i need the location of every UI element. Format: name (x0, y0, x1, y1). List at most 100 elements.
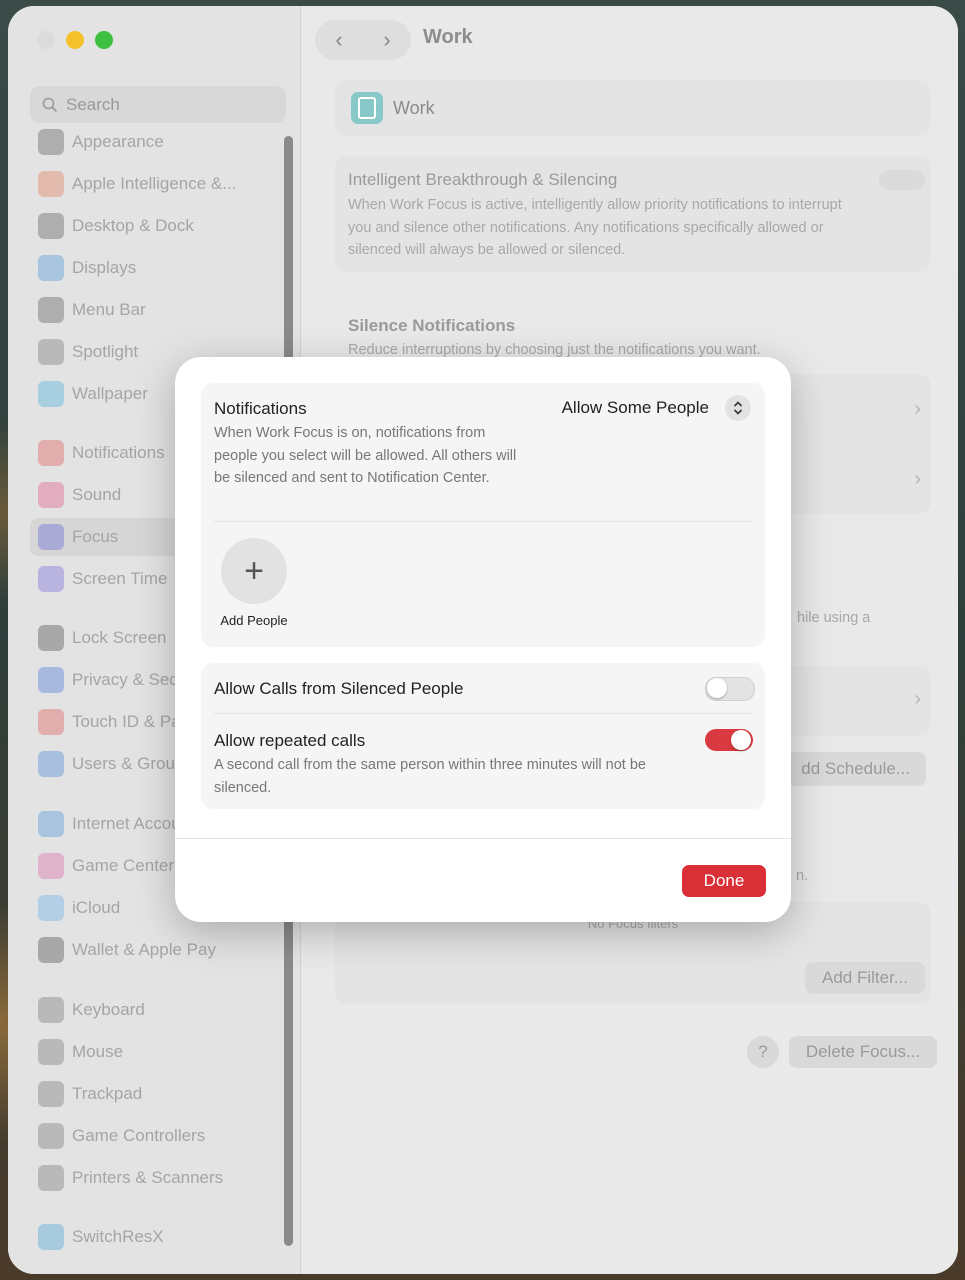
displays-icon (38, 255, 64, 281)
sidebar-item-label: Desktop & Dock (72, 216, 194, 235)
wallet-icon (38, 937, 64, 963)
trackpad-icon (38, 1081, 64, 1107)
sidebar-item[interactable]: Trackpad (30, 1075, 286, 1113)
sidebar-item-label: Appearance (72, 132, 164, 151)
silence-desc: Reduce interruptions by choosing just th… (348, 342, 761, 358)
sidebar-item-label: iCloud (72, 898, 121, 917)
partial-description: hile using a (797, 610, 871, 626)
sidebar-item-label: Screen Time (72, 569, 168, 588)
sidebar-item-label: Mouse (72, 1042, 124, 1061)
sidebar-item-label: Game Controllers (72, 1126, 206, 1145)
sidebar-item[interactable]: Printers & Scanners (30, 1159, 286, 1197)
sidebar-item[interactable]: Wallet & Apple Pay (30, 931, 286, 969)
sidebar-item-label: Sound (72, 485, 122, 504)
sidebar-item[interactable]: SwitchResX (30, 1218, 286, 1256)
footer-divider (175, 838, 791, 839)
sidebar-item-label: Apple Intelligence &... (72, 174, 237, 193)
notifications-popup[interactable]: Allow Some People (562, 395, 751, 421)
sidebar-item-label: Printers & Scanners (72, 1168, 224, 1187)
partial-filter-desc: n. (796, 868, 809, 884)
sidebar-item-label: Wallpaper (72, 384, 148, 403)
sidebar-item[interactable]: Displays (30, 249, 286, 287)
sidebar-item-label: Notifications (72, 443, 165, 462)
sound-icon (38, 482, 64, 508)
window-title: Work (423, 26, 473, 48)
game-center-icon (38, 853, 64, 879)
notifications-icon (38, 440, 64, 466)
game-controllers-icon (38, 1123, 64, 1149)
breakthrough-desc: When Work Focus is active, intelligently… (348, 197, 842, 258)
sidebar-item-label: Game Center (72, 856, 175, 875)
breakthrough-title: Intelligent Breakthrough & Silencing (348, 170, 618, 189)
help-button[interactable]: ? (747, 1036, 779, 1068)
focus-header-label: Work (393, 98, 435, 118)
appearance-icon (38, 129, 64, 155)
menu-bar-icon (38, 297, 64, 323)
breakthrough-card: Intelligent Breakthrough & Silencing Whe… (335, 156, 931, 272)
close-button[interactable] (37, 31, 55, 49)
breakthrough-toggle[interactable] (879, 170, 925, 190)
sidebar-item[interactable]: Menu Bar (30, 291, 286, 329)
notifications-sheet: Notifications Allow Some People When Wor… (175, 357, 791, 922)
chevron-right-icon[interactable]: › (914, 398, 921, 421)
privacy-icon (38, 667, 64, 693)
add-people-label: Add People (220, 613, 288, 628)
divider (214, 713, 752, 714)
add-filter-button[interactable]: Add Filter... (805, 962, 925, 994)
sidebar-item-label: SwitchResX (72, 1227, 164, 1246)
repeated-calls-label: Allow repeated calls (214, 731, 366, 750)
keyboard-icon (38, 997, 64, 1023)
wallpaper-icon (38, 381, 64, 407)
minimize-button[interactable] (66, 31, 84, 49)
notifications-card: Notifications Allow Some People When Wor… (201, 383, 765, 647)
sidebar-item-label: Menu Bar (72, 300, 146, 319)
search-field[interactable]: Search (30, 86, 286, 123)
divider (214, 521, 752, 522)
sidebar-item[interactable]: Keyboard (30, 991, 286, 1029)
focus-icon (38, 524, 64, 550)
spotlight-icon (38, 339, 64, 365)
sidebar-item-label: Focus (72, 527, 119, 546)
notifications-popup-value: Allow Some People (561, 398, 709, 417)
add-people-button[interactable]: + (221, 538, 287, 604)
icloud-icon (38, 895, 64, 921)
chevron-right-icon[interactable]: › (914, 468, 921, 491)
focus-header-card: Work (335, 80, 931, 136)
search-icon (42, 97, 58, 112)
sidebar-item[interactable]: Desktop & Dock (30, 207, 286, 245)
allow-calls-toggle[interactable] (705, 677, 755, 701)
printers-icon (38, 1165, 64, 1191)
sidebar-item[interactable]: Game Controllers (30, 1117, 286, 1155)
delete-focus-button[interactable]: Delete Focus... (789, 1036, 937, 1068)
search-placeholder: Search (66, 94, 120, 114)
add-schedule-button[interactable]: dd Schedule... (785, 752, 926, 786)
sidebar-item[interactable]: Apple Intelligence &... (30, 165, 286, 203)
back-chevron-icon[interactable]: ‹ (335, 27, 342, 53)
done-button[interactable]: Done (682, 865, 766, 897)
internet-accounts-icon (38, 811, 64, 837)
zoom-button[interactable] (95, 31, 113, 49)
calls-card: Allow Calls from Silenced People Allow r… (201, 663, 765, 809)
sidebar-item-label: Spotlight (72, 342, 139, 361)
switchresx-icon (38, 1224, 64, 1250)
nav-buttons: ‹ › (315, 20, 411, 60)
sidebar-item[interactable]: Appearance (30, 123, 286, 161)
notifications-title: Notifications (214, 399, 307, 418)
sidebar-item-label: Wallet & Apple Pay (72, 940, 216, 959)
repeated-calls-desc: A second call from the same person withi… (214, 757, 646, 796)
apple-intelligence-icon (38, 171, 64, 197)
sidebar-item-label: Displays (72, 258, 137, 277)
sidebar-item[interactable]: Mouse (30, 1033, 286, 1071)
notifications-desc: When Work Focus is on, notifications fro… (214, 425, 517, 486)
chevron-right-icon[interactable]: › (914, 688, 921, 711)
up-down-chevron-icon (725, 395, 751, 421)
touch-id-icon (38, 709, 64, 735)
work-focus-icon (351, 92, 383, 124)
silence-title: Silence Notifications (348, 316, 516, 335)
window-controls (37, 31, 113, 49)
allow-calls-label: Allow Calls from Silenced People (214, 679, 464, 698)
forward-chevron-icon[interactable]: › (383, 27, 390, 53)
repeated-calls-toggle[interactable] (705, 729, 753, 751)
mouse-icon (38, 1039, 64, 1065)
sidebar-item-label: Lock Screen (72, 628, 167, 647)
